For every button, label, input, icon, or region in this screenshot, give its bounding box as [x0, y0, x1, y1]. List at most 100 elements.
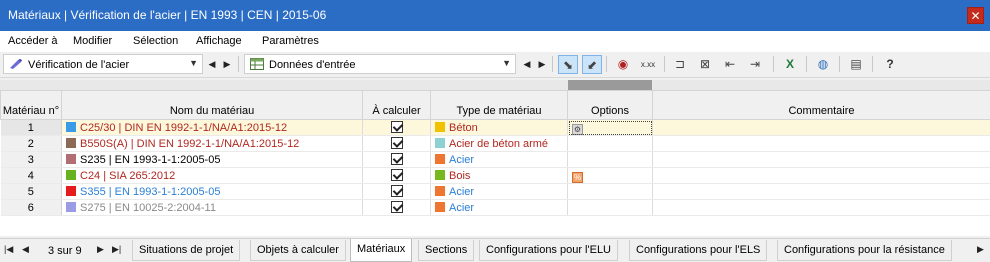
comment-cell[interactable] [652, 199, 990, 216]
select-column-icon[interactable]: ⬋ [582, 55, 602, 74]
options-cell[interactable]: ⚙ [567, 119, 653, 136]
tab-resistance-configurations[interactable]: Configurations pour la résistance [777, 240, 952, 261]
comment-cell[interactable] [652, 167, 990, 184]
header-material-type[interactable]: Type de matériau [430, 90, 568, 120]
material-number: 2 [0, 135, 62, 152]
toolbar: Vérification de l'acier ▼ ◀ ▶ Données d'… [0, 52, 990, 78]
options-cell[interactable] [567, 183, 653, 200]
move-right-icon[interactable]: ⇥ [745, 55, 765, 74]
globe-icon[interactable]: ◍ [813, 55, 833, 74]
material-name-cell[interactable]: C24 | SIA 265:2012 [61, 167, 363, 184]
material-type-cell[interactable]: Béton [430, 119, 568, 136]
tab-uls-configurations[interactable]: Configurations pour l'ELU [479, 240, 619, 261]
material-name-cell[interactable]: B550S(A) | DIN EN 1992-1-1/NA/A1:2015-12 [61, 135, 363, 152]
materials-table: Matériau n° Nom du matériau À calculer T… [0, 90, 990, 216]
chevron-down-icon: ▼ [189, 58, 198, 68]
to-calculate-checkbox[interactable] [390, 185, 403, 197]
menu-selection[interactable]: Sélection [133, 35, 178, 47]
previous-tab-button[interactable]: ◀ [22, 244, 29, 255]
options-cell[interactable] [567, 135, 653, 152]
tab-materials[interactable]: Matériaux [350, 239, 413, 262]
menu-view[interactable]: Affichage [196, 35, 242, 47]
material-name-cell[interactable]: S275 | EN 10025-2:2004-11 [61, 199, 363, 216]
material-type-cell[interactable]: Acier [430, 183, 568, 200]
options-cell[interactable]: % [567, 167, 653, 184]
table-row[interactable]: 3 S235 | EN 1993-1-1:2005-05 Acier [0, 151, 990, 168]
to-calculate-cell[interactable] [362, 135, 431, 152]
to-calculate-cell[interactable] [362, 199, 431, 216]
table-combo[interactable]: Données d'entrée ▼ [244, 54, 516, 74]
window-title: Matériaux | Vérification de l'acier | EN… [8, 8, 327, 22]
last-tab-button[interactable]: ▶| [112, 244, 121, 255]
material-color-swatch [66, 153, 76, 164]
to-calculate-checkbox[interactable] [390, 153, 403, 165]
to-calculate-checkbox[interactable] [390, 169, 403, 181]
header-material-no[interactable]: Matériau n° [0, 90, 62, 120]
to-calculate-cell[interactable] [362, 183, 431, 200]
table-header-row: Matériau n° Nom du matériau À calculer T… [0, 90, 990, 120]
next-table-button[interactable]: ▶ [535, 56, 549, 72]
close-button[interactable]: ✕ [967, 7, 984, 24]
to-calculate-checkbox[interactable] [390, 201, 403, 213]
move-left-icon[interactable]: ⇤ [720, 55, 740, 74]
next-tab-button[interactable]: ▶ [97, 244, 104, 255]
table-row[interactable]: 2 B550S(A) | DIN EN 1992-1-1/NA/A1:2015-1… [0, 135, 990, 152]
to-calculate-cell[interactable] [362, 167, 431, 184]
header-material-name[interactable]: Nom du matériau [61, 90, 363, 120]
to-calculate-checkbox[interactable] [390, 121, 403, 133]
tab-scroll-right-button[interactable]: ▶ [977, 244, 984, 255]
tab-design-situations[interactable]: Situations de projet [132, 240, 241, 261]
next-module-button[interactable]: ▶ [220, 56, 234, 72]
menu-goto[interactable]: Accéder à [8, 35, 58, 47]
comment-cell[interactable] [652, 183, 990, 200]
material-name-cell[interactable]: C25/30 | DIN EN 1992-1-1/NA/A1:2015-12 [61, 119, 363, 136]
material-type-swatch [435, 185, 445, 196]
material-type-cell[interactable]: Acier de béton armé [430, 135, 568, 152]
delete-row-icon[interactable]: ⊠ [695, 55, 715, 74]
wood-settings-icon[interactable]: % [572, 171, 583, 183]
toolbar-separator [773, 56, 774, 72]
comment-cell[interactable] [652, 135, 990, 152]
table-row[interactable]: 4 C24 | SIA 265:2012 Bois% [0, 167, 990, 184]
previous-module-button[interactable]: ◀ [205, 56, 219, 72]
module-combo[interactable]: Vérification de l'acier ▼ [3, 54, 203, 74]
toolbar-separator [552, 56, 553, 72]
options-cell[interactable] [567, 151, 653, 168]
to-calculate-cell[interactable] [362, 151, 431, 168]
options-cell[interactable] [567, 199, 653, 216]
table-row[interactable]: 1 C25/30 | DIN EN 1992-1-1/NA/A1:2015-12 B… [0, 119, 990, 136]
first-tab-button[interactable]: |◀ [4, 244, 13, 255]
header-comment[interactable]: Commentaire [652, 90, 990, 120]
tab-objects-to-design[interactable]: Objets à calculer [250, 240, 346, 261]
table-row[interactable]: 5 S355 | EN 1993-1-1:2005-05 Acier [0, 183, 990, 200]
chevron-down-icon: ▼ [502, 58, 511, 68]
decimal-format-icon[interactable]: x.xx [638, 55, 658, 74]
table-row[interactable]: 6 S275 | EN 10025-2:2004-11 Acier [0, 199, 990, 216]
comment-cell[interactable] [652, 151, 990, 168]
to-calculate-cell[interactable] [362, 119, 431, 136]
header-to-calculate[interactable]: À calculer [362, 90, 431, 120]
previous-table-button[interactable]: ◀ [520, 56, 534, 72]
select-row-icon[interactable]: ⬊ [558, 55, 578, 74]
tab-sls-configurations[interactable]: Configurations pour l'ELS [629, 240, 768, 261]
menu-settings[interactable]: Paramètres [262, 35, 319, 47]
help-icon[interactable]: ? [880, 55, 900, 74]
toolbar-separator [839, 56, 840, 72]
header-options[interactable]: Options [567, 90, 653, 120]
eye-pin-icon[interactable]: ◉ [613, 55, 633, 74]
insert-row-icon[interactable]: ⊐ [670, 55, 690, 74]
material-type-cell[interactable]: Bois [430, 167, 568, 184]
menu-edit[interactable]: Modifier [73, 35, 112, 47]
table-settings-icon[interactable]: ▤ [846, 55, 866, 74]
material-type-cell[interactable]: Acier [430, 151, 568, 168]
comment-cell[interactable] [652, 119, 990, 136]
gear-icon[interactable]: ⚙ [572, 123, 583, 135]
to-calculate-checkbox[interactable] [390, 137, 403, 149]
material-type-swatch [435, 121, 445, 132]
table-combo-label: Données d'entrée [269, 59, 356, 71]
excel-export-icon[interactable]: X [780, 55, 800, 74]
material-type-cell[interactable]: Acier [430, 199, 568, 216]
material-name-cell[interactable]: S355 | EN 1993-1-1:2005-05 [61, 183, 363, 200]
material-name-cell[interactable]: S235 | EN 1993-1-1:2005-05 [61, 151, 363, 168]
tab-sections[interactable]: Sections [418, 240, 475, 261]
